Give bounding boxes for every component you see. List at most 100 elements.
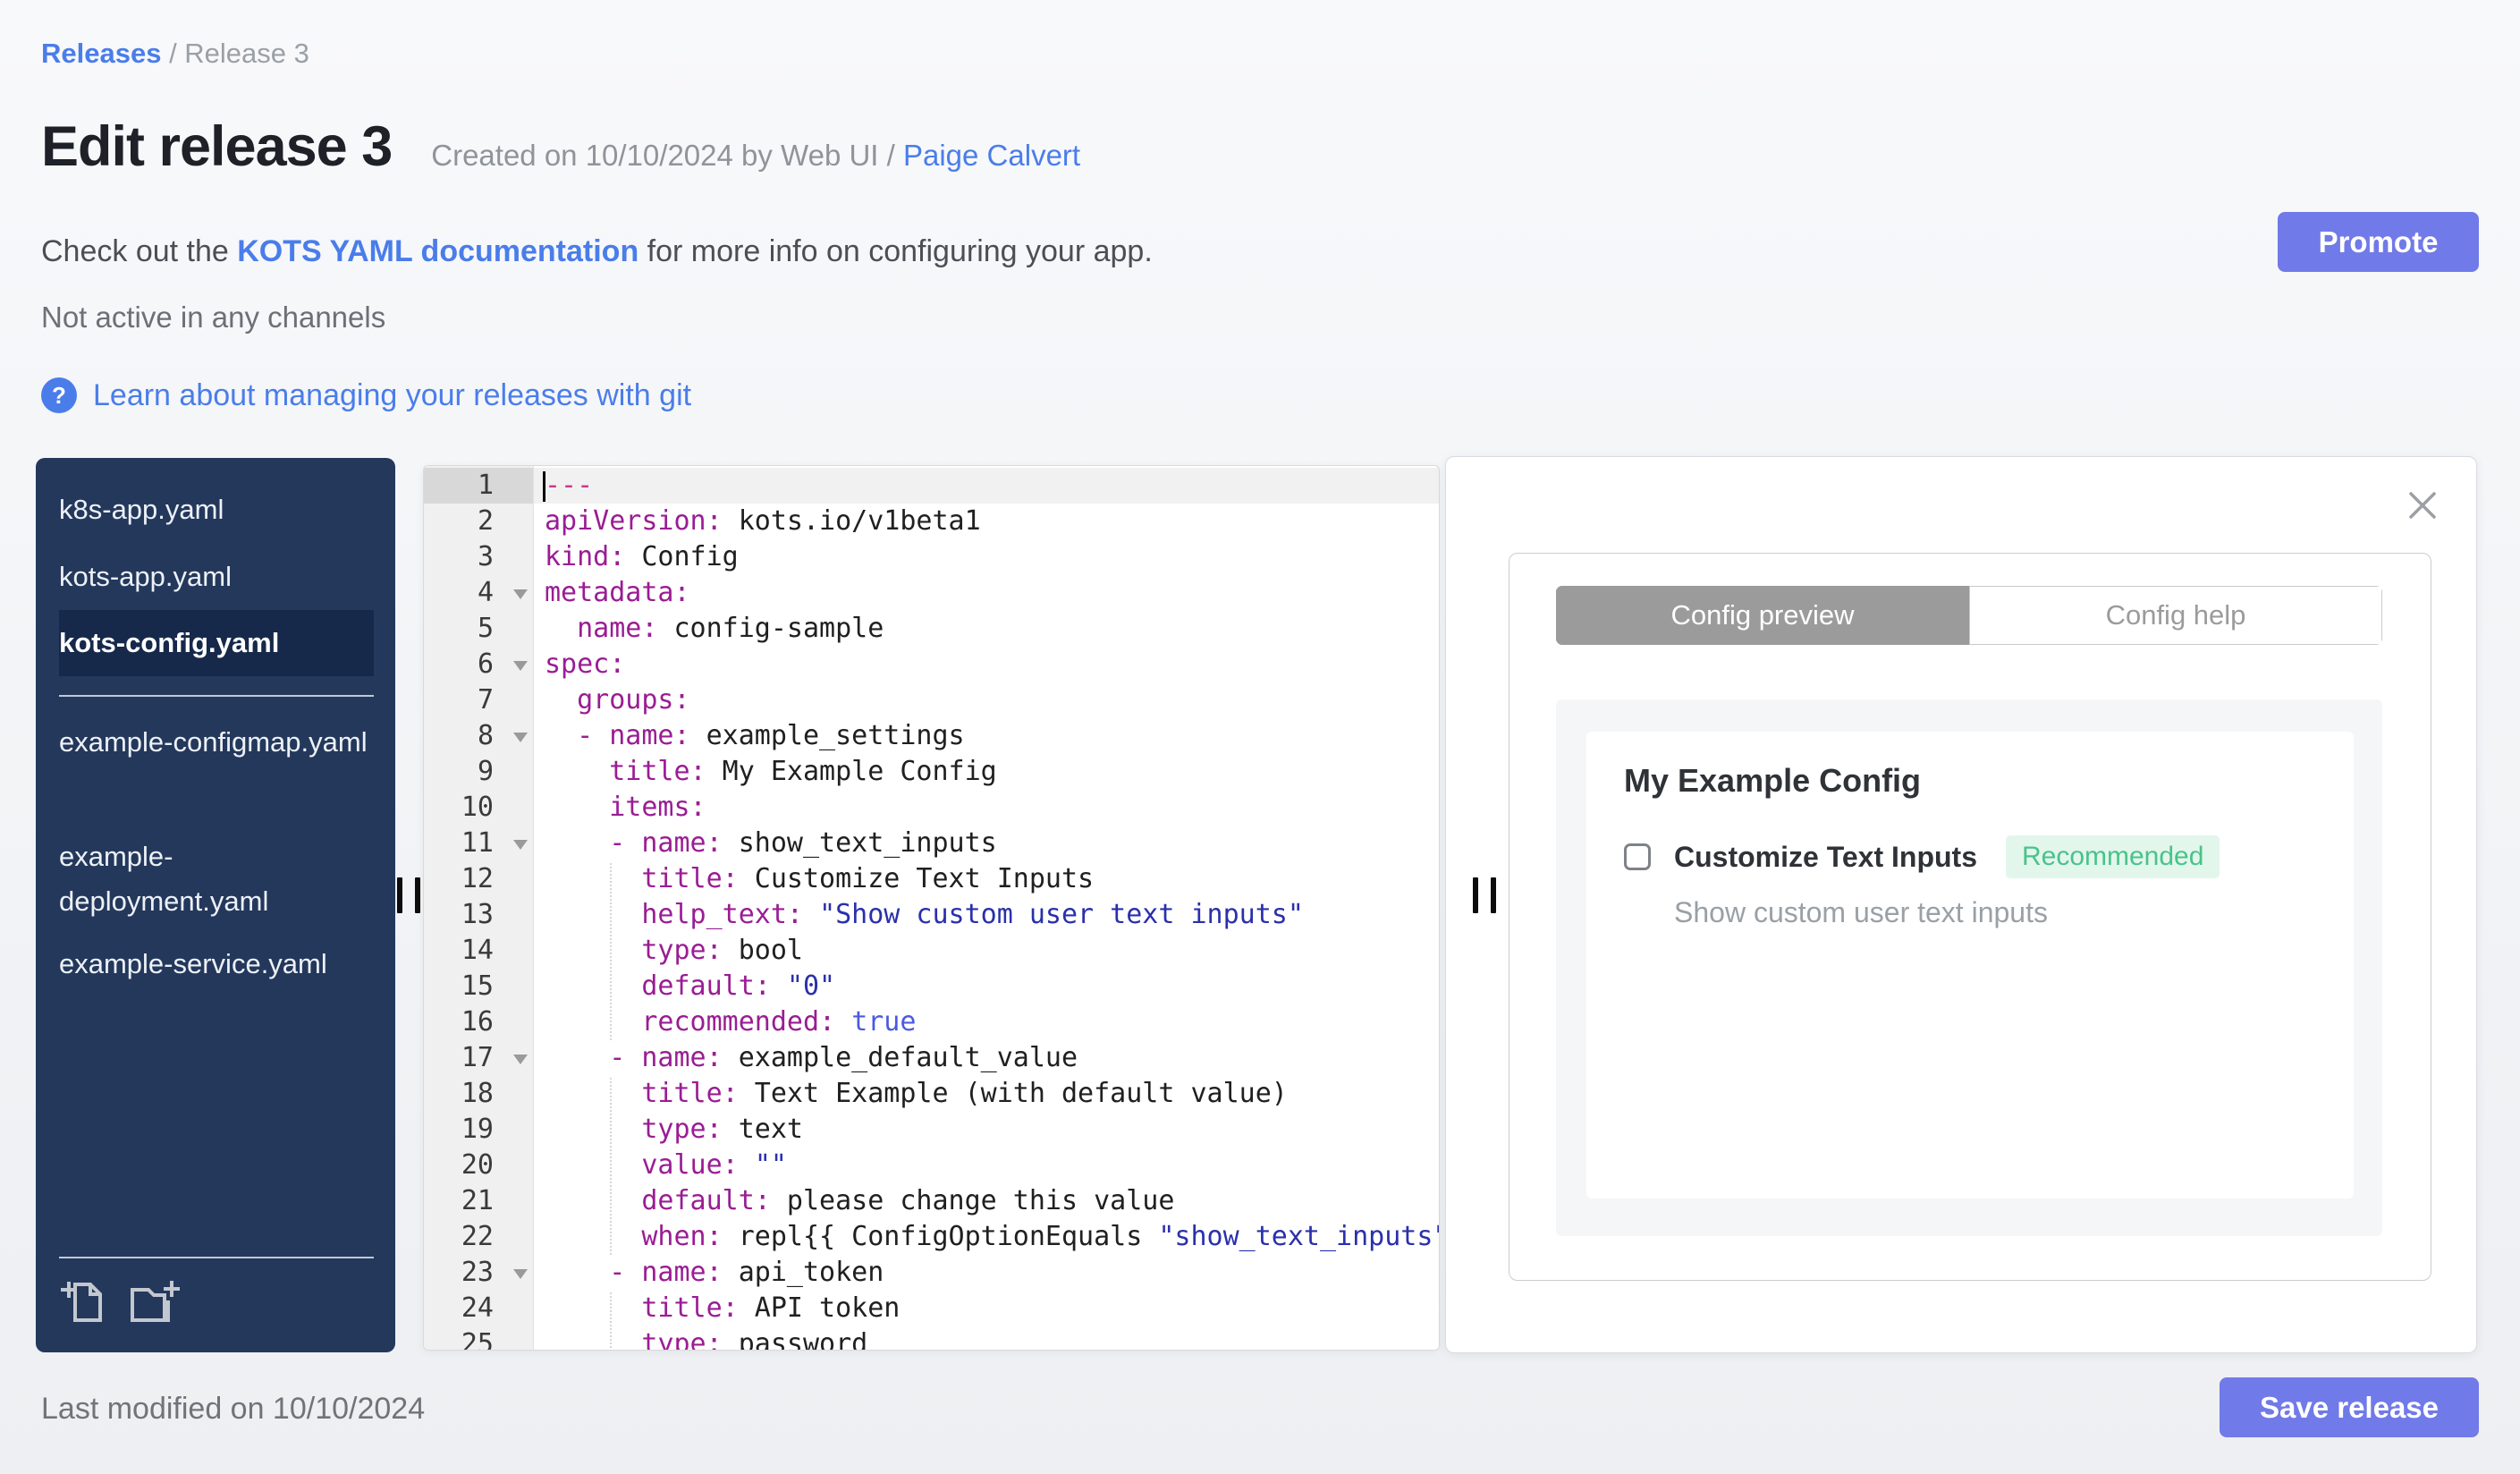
page-title: Edit release 3 [41,115,393,178]
kots-yaml-docs-link[interactable]: KOTS YAML documentation [237,234,638,268]
code-line[interactable]: 21 default: please change this value [424,1183,1439,1219]
sidebar-file-kots-config.yaml[interactable]: kots-config.yaml [59,610,374,676]
code-line[interactable]: 19 type: text [424,1112,1439,1148]
fold-toggle-icon[interactable] [513,589,528,599]
code-text: apiVersion: kots.io/v1beta1 [545,505,981,537]
config-group-title: My Example Config [1624,762,1922,799]
indent-guide [610,1292,612,1350]
close-icon [2409,492,2436,519]
sidebar-divider [59,1257,374,1258]
code-line[interactable]: 11 - name: show_text_inputs [424,826,1439,861]
code-line[interactable]: 22 when: repl{{ ConfigOptionEquals "show… [424,1219,1439,1255]
code-line[interactable]: 23 - name: api_token [424,1255,1439,1291]
code-line[interactable]: 8 - name: example_settings [424,718,1439,754]
editor-preview-resize-handle[interactable] [1473,877,1498,913]
code-text: name: config-sample [577,613,884,644]
breadcrumb: Releases / Release 3 [41,38,309,70]
code-line[interactable]: 13 help_text: "Show custom user text inp… [424,897,1439,933]
close-preview-button[interactable] [2405,487,2440,523]
question-mark-icon: ? [41,377,77,413]
code-line[interactable]: 4 metadata: [424,575,1439,611]
line-number: 9 [424,754,534,790]
code-text: type: text [641,1114,803,1145]
new-file-button[interactable] [59,1277,106,1330]
code-text: default: "0" [641,970,836,1002]
code-line[interactable]: 24 title: API token [424,1291,1439,1326]
created-by-link[interactable]: Paige Calvert [903,139,1080,172]
code-line[interactable]: 15 default: "0" [424,969,1439,1004]
sidebar-file-k8s-app.yaml[interactable]: k8s-app.yaml [59,487,374,532]
tab-config-help[interactable]: Config help [1969,586,2382,645]
config-preview-area: My Example Config Customize Text Inputs … [1556,699,2382,1236]
new-folder-button[interactable] [129,1277,182,1330]
preview-card: Config preview Config help My Example Con… [1509,553,2431,1281]
code-line[interactable]: 7 groups: [424,682,1439,718]
config-item-row: Customize Text Inputs Recommended [1624,835,2316,878]
line-number: 6 [424,647,534,682]
line-number: 17 [424,1040,534,1076]
doc-hint-suffix: for more info on configuring your app. [638,234,1153,268]
promote-button[interactable]: Promote [2278,212,2479,272]
code-line[interactable]: 17 - name: example_default_value [424,1040,1439,1076]
doc-hint-line: Check out the KOTS YAML documentation fo… [41,234,1153,269]
fold-toggle-icon[interactable] [513,661,528,671]
config-form: My Example Config Customize Text Inputs … [1586,732,2354,1199]
edit-release-page: Releases / Release 3 Edit release 3 Crea… [0,0,2520,1474]
code-text: kind: Config [545,541,739,572]
line-number: 22 [424,1219,534,1255]
code-line[interactable]: 3 kind: Config [424,539,1439,575]
recommended-badge: Recommended [2005,835,2220,878]
breadcrumb-separator: / [161,38,185,69]
code-line[interactable]: 6 spec: [424,647,1439,682]
git-help-row: ? Learn about managing your releases wit… [41,377,691,413]
line-number: 24 [424,1291,534,1326]
title-row: Edit release 3 Created on 10/10/2024 by … [41,106,1080,188]
code-line[interactable]: 18 title: Text Example (with default val… [424,1076,1439,1112]
channel-status: Not active in any channels [41,301,386,334]
code-line[interactable]: 10 items: [424,790,1439,826]
code-text: default: please change this value [641,1185,1175,1216]
code-line[interactable]: 14 type: bool [424,933,1439,969]
code-text: items: [609,792,706,823]
code-text: - name: example_default_value [609,1042,1078,1073]
code-text: --- [534,468,1439,504]
code-line[interactable]: 1 --- [424,468,1439,504]
fold-toggle-icon[interactable] [513,840,528,850]
code-text: title: Text Example (with default value) [641,1078,1288,1109]
config-preview-panel: Config preview Config help My Example Con… [1445,456,2477,1353]
git-releases-docs-link[interactable]: Learn about managing your releases with … [93,378,691,413]
save-release-button[interactable]: Save release [2220,1377,2479,1437]
code-text: groups: [577,684,690,716]
code-line[interactable]: 12 title: Customize Text Inputs [424,861,1439,897]
code-text: - name: api_token [609,1257,884,1288]
line-number: 10 [424,790,534,826]
sidebar-actions [59,1277,182,1330]
yaml-editor[interactable]: 1 --- 2 apiVersion: kots.io/v1beta1 3 kind: C… [423,465,1440,1351]
created-text: Created on 10/10/2024 by Web UI / [431,139,903,172]
line-number: 23 [424,1255,534,1291]
tab-config-preview[interactable]: Config preview [1556,586,1969,645]
sidebar-file-example-configmap.yaml[interactable]: example-configmap.yaml [59,720,374,765]
code-line[interactable]: 16 recommended: true [424,1004,1439,1040]
code-text: - name: example_settings [577,720,965,751]
sidebar-file-example-deployment.yaml[interactable]: example-deployment.yaml [59,834,374,924]
customize-text-inputs-checkbox[interactable] [1624,843,1651,870]
code-line[interactable]: 5 name: config-sample [424,611,1439,647]
fold-toggle-icon[interactable] [513,733,528,742]
code-line[interactable]: 20 value: "" [424,1148,1439,1183]
line-number: 12 [424,861,534,897]
fold-toggle-icon[interactable] [513,1269,528,1279]
fold-toggle-icon[interactable] [513,1055,528,1064]
code-line[interactable]: 9 title: My Example Config [424,754,1439,790]
line-number: 15 [424,969,534,1004]
sidebar-file-kots-app.yaml[interactable]: kots-app.yaml [59,555,374,599]
code-line[interactable]: 25 type: password [424,1326,1439,1350]
breadcrumb-releases-link[interactable]: Releases [41,38,161,69]
last-modified-text: Last modified on 10/10/2024 [41,1392,426,1426]
code-line[interactable]: 2 apiVersion: kots.io/v1beta1 [424,504,1439,539]
sidebar-editor-resize-handle[interactable] [397,877,422,913]
code-text: spec: [545,648,626,680]
code-text: recommended: true [641,1006,917,1038]
created-info: Created on 10/10/2024 by Web UI / Paige … [431,139,1080,173]
sidebar-file-example-service.yaml[interactable]: example-service.yaml [59,942,374,987]
